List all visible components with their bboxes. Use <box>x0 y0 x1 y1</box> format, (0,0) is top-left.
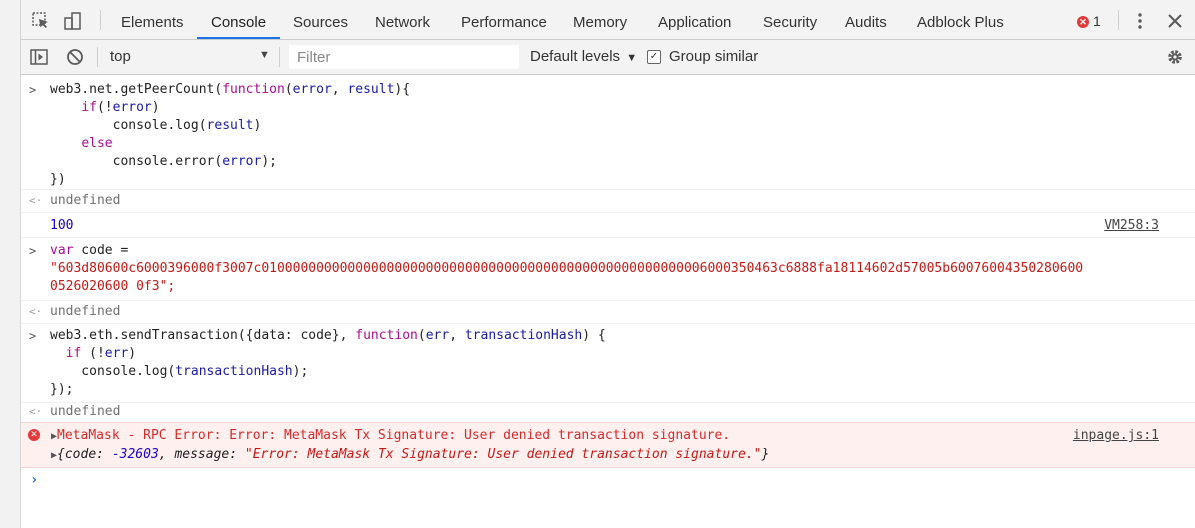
console-result-entry: <· undefined <box>21 403 1195 421</box>
context-dropdown-arrow-icon[interactable]: ▼ <box>259 49 270 61</box>
error-count: 1 <box>1093 13 1101 29</box>
error-object[interactable]: ▶{code: -32603, message: "Error: MetaMas… <box>51 446 769 465</box>
result-arrow-icon: <· <box>29 305 43 318</box>
console-input-entry: > web3.net.getPeerCount(function(error, … <box>21 75 1195 190</box>
left-panel-strip <box>0 0 21 528</box>
tab-console[interactable]: Console <box>197 0 281 39</box>
code-block: var code = "603d80600c6000396000f3007c01… <box>50 243 1084 294</box>
log-source-link[interactable]: VM258:3 <box>1104 217 1159 235</box>
console-prompt-caret-icon[interactable]: › <box>30 471 38 489</box>
error-count-badge[interactable]: ✕ 1 <box>1077 12 1101 30</box>
clear-console-icon[interactable] <box>65 47 85 67</box>
tab-elements[interactable]: Elements <box>121 0 184 39</box>
error-icon: ✕ <box>1077 16 1089 28</box>
tab-memory[interactable]: Memory <box>573 0 627 39</box>
tab-sources[interactable]: Sources <box>293 0 348 39</box>
inspect-element-icon-svg <box>32 12 48 28</box>
result-arrow-icon: <· <box>29 194 43 207</box>
default-levels-dropdown[interactable]: Default levels ▼ <box>530 48 637 65</box>
input-prompt-icon: > <box>29 244 37 258</box>
error-message[interactable]: ▶MetaMask - RPC Error: Error: MetaMask T… <box>51 427 730 446</box>
result-value: undefined <box>50 404 121 419</box>
sidebar-toggle-icon[interactable] <box>29 47 49 67</box>
tab-performance[interactable]: Performance <box>461 0 547 39</box>
result-arrow-icon: <· <box>29 405 43 418</box>
close-icon-svg <box>1168 14 1182 28</box>
console-toolbar: top ▼ Default levels ▼ ✓ Group similar <box>21 40 1195 75</box>
sidebar-toggle-icon-svg <box>30 49 48 65</box>
console-result-entry: <· undefined <box>21 190 1195 213</box>
code-block: web3.eth.sendTransaction({data: code}, f… <box>50 328 606 397</box>
console-input-entry: > var code = "603d80600c6000396000f3007c… <box>21 238 1195 301</box>
group-similar-checkbox[interactable]: ✓ <box>647 50 661 64</box>
tab-security[interactable]: Security <box>763 0 817 39</box>
more-menu-icon-svg <box>1138 13 1142 29</box>
default-levels-label: Default levels <box>530 48 621 65</box>
device-toolbar-icon[interactable] <box>63 11 83 31</box>
input-prompt-icon: > <box>29 83 37 97</box>
levels-dropdown-arrow-icon: ▼ <box>626 52 638 64</box>
clear-console-icon-svg <box>67 49 83 65</box>
result-value: undefined <box>50 193 121 208</box>
code-block: web3.net.getPeerCount(function(error, re… <box>50 82 411 187</box>
settings-gear-icon-svg <box>1168 50 1182 64</box>
error-icon: ✕ <box>28 429 40 441</box>
console-result-entry: <· undefined <box>21 301 1195 324</box>
tab-application[interactable]: Application <box>658 0 731 39</box>
console-error-entry: ✕ ▶MetaMask - RPC Error: Error: MetaMask… <box>21 422 1195 468</box>
console-input-entry: > web3.eth.sendTransaction({data: code},… <box>21 324 1195 403</box>
tab-audits[interactable]: Audits <box>845 0 887 39</box>
console-output: > web3.net.getPeerCount(function(error, … <box>21 75 1195 528</box>
devtools-panel: Elements Console Sources Network Perform… <box>21 0 1195 528</box>
console-log-entry: 100 VM258:3 <box>21 213 1195 238</box>
close-icon[interactable] <box>1165 11 1185 31</box>
error-source-link[interactable]: inpage.js:1 <box>1073 427 1159 445</box>
log-value: 100 <box>50 218 74 233</box>
result-value: undefined <box>50 304 121 319</box>
tab-adblock-plus[interactable]: Adblock Plus <box>917 0 1004 39</box>
tab-separator <box>1118 10 1119 30</box>
tab-bar: Elements Console Sources Network Perform… <box>21 0 1195 40</box>
context-selector[interactable]: top <box>110 48 131 65</box>
tab-network[interactable]: Network <box>375 0 430 39</box>
more-menu-icon[interactable] <box>1130 11 1150 31</box>
settings-gear-icon[interactable] <box>1165 47 1185 67</box>
inspect-element-icon[interactable] <box>31 11 51 31</box>
toolbar-separator <box>97 47 98 67</box>
toolbar-separator <box>279 47 280 67</box>
group-similar-label: Group similar <box>669 48 759 65</box>
input-prompt-icon: > <box>29 329 37 343</box>
filter-input[interactable] <box>289 45 519 69</box>
tab-separator <box>100 10 101 30</box>
device-toolbar-icon-svg <box>64 12 81 30</box>
